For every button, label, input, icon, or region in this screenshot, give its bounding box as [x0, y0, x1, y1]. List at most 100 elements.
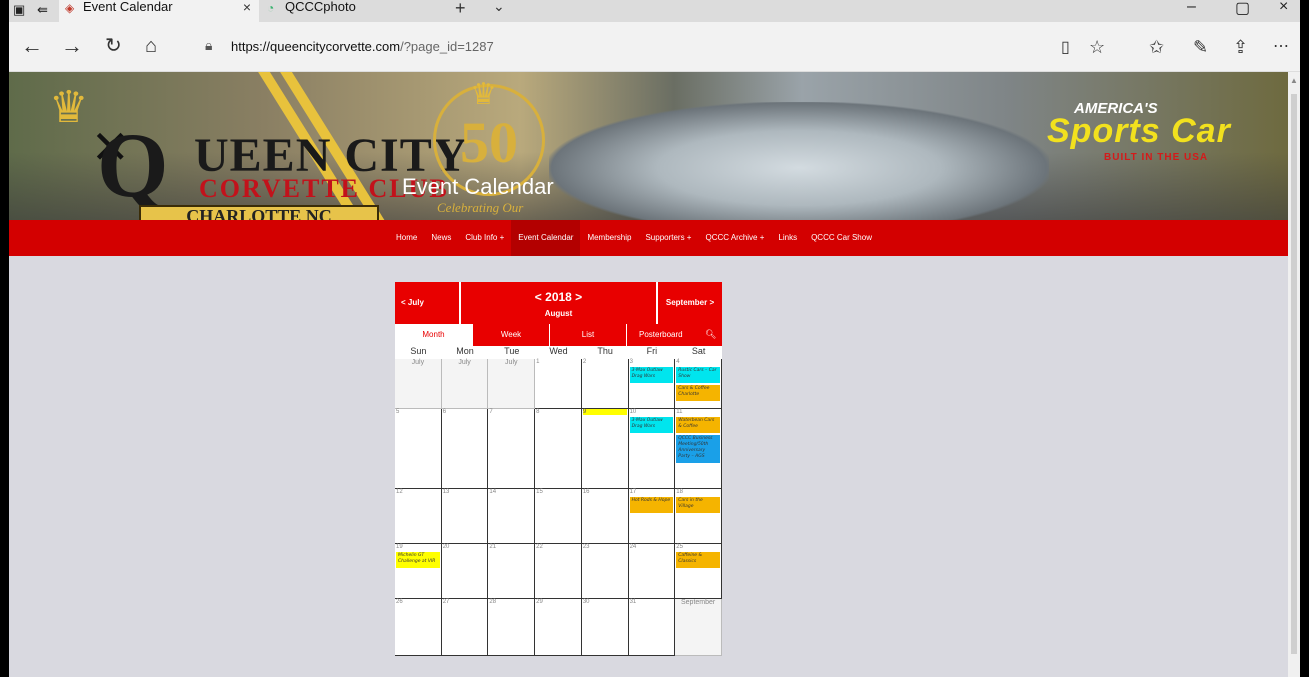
home-icon[interactable]: ⌂ [145, 34, 157, 58]
nav-item-links[interactable]: Links [771, 220, 804, 256]
day-cell[interactable]: 19 Michelin GT Challenge at VIR [395, 544, 442, 599]
event-item[interactable]: QCCC Business Meeting/50th Anniversary P… [676, 435, 720, 463]
day-cell[interactable]: 28 [488, 599, 536, 656]
day-cell[interactable]: 20 [441, 544, 489, 599]
forward-arrow-icon[interactable]: → [61, 34, 83, 58]
day-cell[interactable]: 12 [395, 489, 442, 544]
day-cell[interactable]: 14 [488, 489, 536, 544]
event-item[interactable]: Rustic Cars – Car Show [676, 367, 720, 383]
day-number: July [458, 359, 471, 366]
day-cell[interactable]: 8 [535, 409, 582, 489]
new-tab-icon[interactable]: + [455, 0, 466, 19]
day-cell[interactable]: 27 [441, 599, 489, 656]
tab-event-calendar[interactable]: ◈ Event Calendar × [59, 0, 259, 22]
address-bar[interactable]: 🔒︎ https://queencitycorvette.com/?page_i… [193, 34, 1113, 60]
chevron-down-icon[interactable]: ⌄ [493, 0, 505, 15]
day-number: 15 [536, 489, 543, 495]
web-note-pen-icon[interactable]: ✎ [1193, 35, 1208, 59]
day-cell[interactable]: 29 [535, 599, 582, 656]
next-month-button[interactable]: September > [658, 282, 722, 324]
event-item[interactable]: 3-Max Outlaw Drag Wars [629, 417, 674, 433]
nav-item-home[interactable]: Home [389, 220, 424, 256]
scrollbar-thumb[interactable] [1291, 94, 1297, 654]
event-item[interactable]: 3-Max Outlaw Drag Wars [629, 367, 674, 383]
more-icon[interactable]: ⋯ [1273, 35, 1289, 59]
day-cell[interactable]: 9 [581, 409, 629, 489]
day-cell[interactable]: July [488, 359, 536, 409]
site-favicon-icon: ◈ [65, 1, 75, 15]
day-cell[interactable]: 25 Caffeine & Classics [675, 544, 722, 599]
nav-item-club-info[interactable]: Club Info + [458, 220, 511, 256]
tab-qcccphoto[interactable]: ◔ QCCCphoto [261, 0, 441, 22]
year-switcher[interactable]: < 2018 > [461, 290, 656, 304]
day-cell[interactable]: 22 [535, 544, 582, 599]
day-cell[interactable]: 4 Rustic Cars – Car Show Cars & Coffee Cha… [675, 359, 722, 409]
prev-month-button[interactable]: < July [395, 282, 459, 324]
day-cell[interactable]: 24 [628, 544, 676, 599]
event-item[interactable]: Caffeine & Classics [676, 552, 720, 568]
page-title: Event Calendar [402, 174, 554, 199]
day-cell[interactable]: 2 [581, 359, 629, 409]
day-cell[interactable]: 10 3-Max Outlaw Drag Wars [628, 409, 676, 489]
day-number: 14 [489, 489, 497, 495]
day-cell[interactable]: 23 [581, 544, 629, 599]
share-icon[interactable]: ⇪ [1233, 35, 1248, 59]
day-cell[interactable]: 1 [535, 359, 582, 409]
refresh-icon[interactable]: ↻ [105, 34, 122, 58]
day-cell[interactable]: July [441, 359, 489, 409]
nav-item-news[interactable]: News [424, 220, 458, 256]
favorites-hub-icon[interactable]: ✩ [1149, 35, 1164, 59]
event-item[interactable]: Cars in the Village [676, 497, 720, 513]
day-cell[interactable]: 6 [441, 409, 489, 489]
event-item[interactable]: Hot Rods & Hope [629, 497, 674, 513]
vertical-scrollbar[interactable]: ▲ [1288, 72, 1300, 677]
event-item[interactable]: Waterbean Cars & Coffee [676, 417, 720, 433]
event-item[interactable]: Cars & Coffee Charlotte [676, 385, 720, 401]
day-cell[interactable]: 16 [581, 489, 629, 544]
day-cell[interactable]: September [675, 599, 722, 656]
search-icon[interactable]: 🔍︎ [705, 329, 717, 341]
weekday-sun: Sun [410, 346, 427, 356]
day-cell[interactable]: 15 [535, 489, 582, 544]
day-cell[interactable]: 11 Waterbean Cars & Coffee QCCC Business M… [675, 409, 722, 489]
close-tab-icon[interactable]: × [243, 0, 251, 14]
logo-q: Q [97, 114, 169, 216]
event-item[interactable]: Michelin GT Challenge at VIR [396, 552, 440, 568]
nav-item-qccc-archive[interactable]: QCCC Archive + [698, 220, 771, 256]
nav-item-membership[interactable]: Membership [580, 220, 638, 256]
nav-item-supporters[interactable]: Supporters + [638, 220, 698, 256]
tab-month[interactable]: Month [395, 324, 472, 346]
back-arrow-icon[interactable]: ← [21, 34, 43, 58]
tab-week[interactable]: Week [473, 324, 549, 346]
day-number: 17 [629, 489, 637, 495]
day-number: 31 [629, 599, 637, 605]
scroll-up-icon[interactable]: ▲ [1290, 76, 1298, 85]
tab-sets-icon[interactable]: ▣ [13, 2, 25, 18]
nav-item-qccc-car-show[interactable]: QCCC Car Show [804, 220, 879, 256]
favorite-star-icon[interactable]: ☆ [1089, 35, 1105, 59]
day-cell[interactable]: 5 [395, 409, 442, 489]
day-number: July [505, 359, 518, 366]
minimize-icon[interactable]: – [1187, 0, 1196, 16]
reading-view-icon[interactable]: ▯ [1061, 36, 1070, 60]
day-cell[interactable]: 17 Hot Rods & Hope [628, 489, 676, 544]
maximize-icon[interactable]: ▢ [1235, 0, 1250, 18]
badge-line3: BUILT IN THE USA [1104, 152, 1209, 163]
day-cell[interactable]: 31 [628, 599, 676, 656]
crown-icon: ♛ [49, 83, 89, 132]
day-cell[interactable]: 21 [488, 544, 536, 599]
day-cell[interactable]: 30 [581, 599, 629, 656]
weekday-sat: Sat [691, 346, 706, 356]
close-window-icon[interactable]: × [1279, 0, 1288, 16]
day-cell[interactable]: 26 [395, 599, 442, 656]
tab-back-icon[interactable]: ⇚ [37, 2, 48, 18]
day-cell[interactable]: 3 3-Max Outlaw Drag Wars [628, 359, 676, 409]
tab-list[interactable]: List [550, 324, 626, 346]
day-cell[interactable]: July [395, 359, 442, 409]
weekday-mon: Mon [456, 346, 474, 356]
day-cell[interactable]: 13 [441, 489, 489, 544]
day-cell[interactable]: 7 [488, 409, 536, 489]
weekday-header: Sun Mon Tue Wed Thu Fri Sat [395, 346, 722, 358]
nav-item-event-calendar[interactable]: Event Calendar [511, 220, 581, 256]
day-cell[interactable]: 18 Cars in the Village [675, 489, 722, 544]
